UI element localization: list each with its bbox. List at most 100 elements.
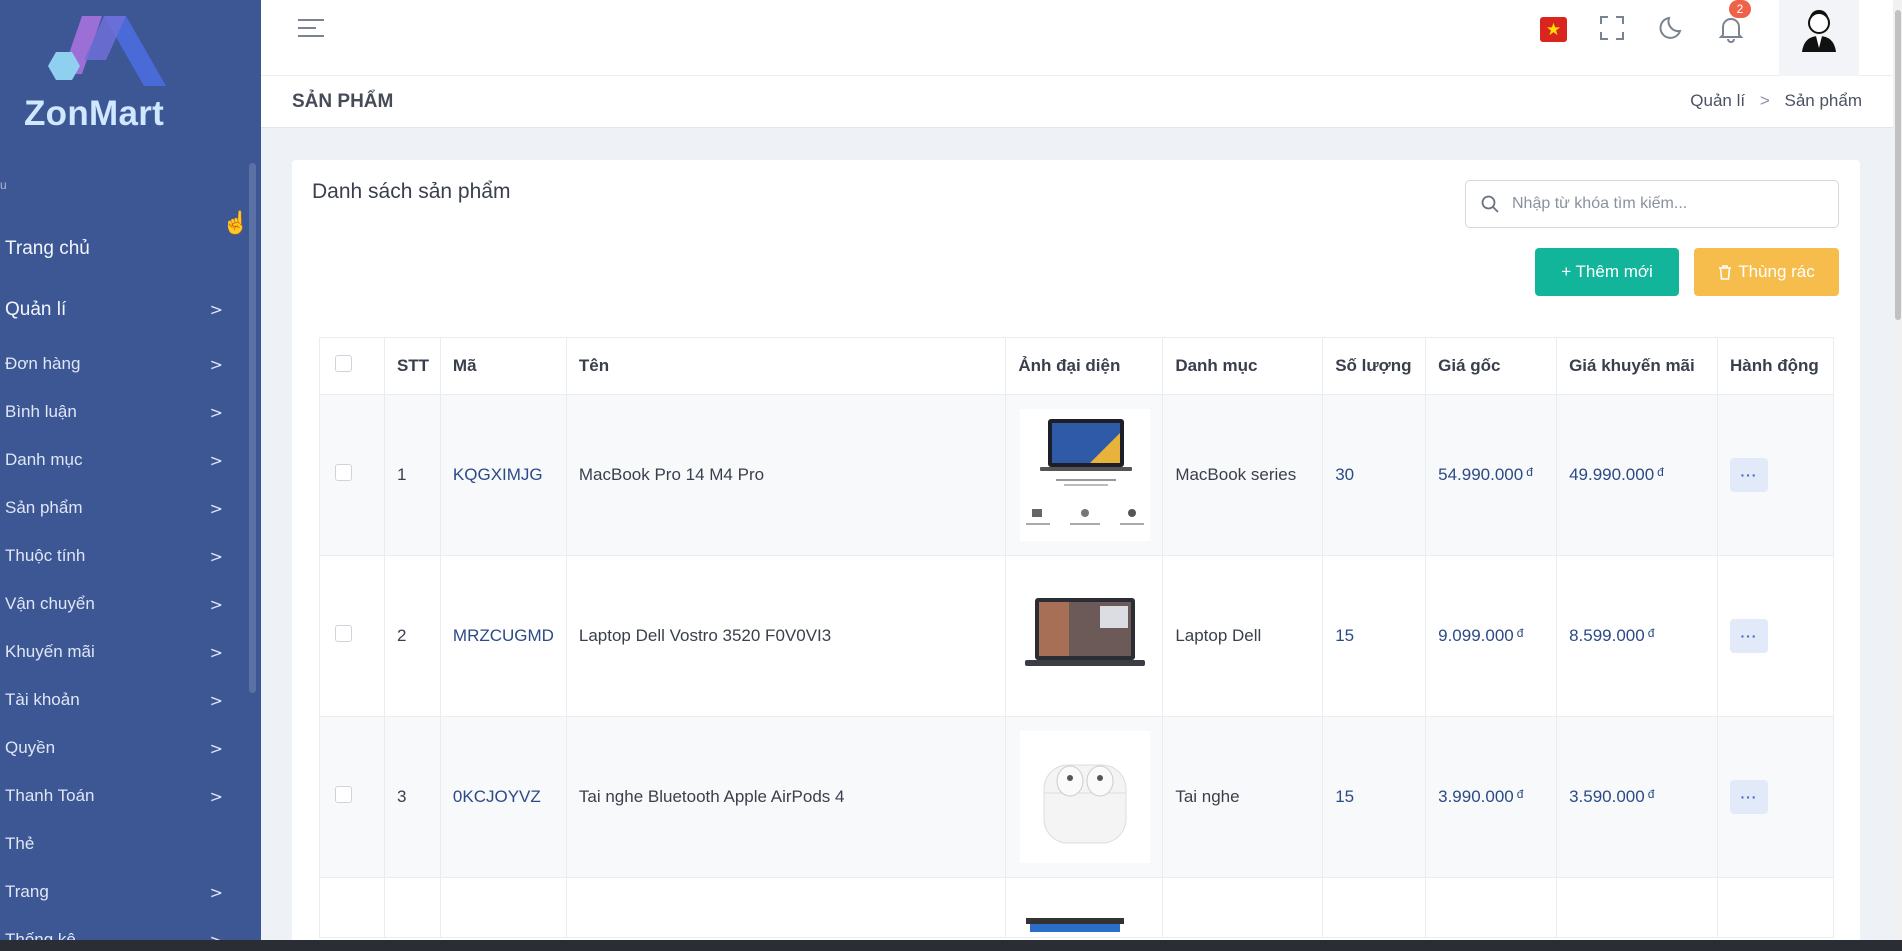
sidebar-item-2[interactable]: Danh mục > (0, 436, 245, 484)
sidebar-item-1[interactable]: Bình luận > (0, 388, 245, 436)
column-header-price[interactable]: Giá gốc (1425, 337, 1558, 395)
breadcrumb-item-management[interactable]: Quản lí (1690, 91, 1745, 110)
row-stt: 3 (396, 787, 407, 806)
row-quantity: 30 (1335, 465, 1355, 484)
sale-price-cell: 49.990.000 đ (1556, 394, 1718, 556)
row-name: MacBook Pro 14 M4 Pro (578, 465, 765, 484)
sidebar: ZonMart u Trang chủ Quản lí > Đơn hàng > B… (0, 0, 261, 940)
image-cell (1005, 394, 1164, 556)
row-quantity: 15 (1335, 787, 1355, 806)
currency-symbol: đ (1526, 465, 1533, 479)
empty-cell (1425, 877, 1558, 938)
sidebar-item-label: Đơn hàng (5, 354, 81, 373)
table-row[interactable]: 2 MRZCUGMD Laptop Dell Vostro 3520 F0V0VI3… (319, 555, 1835, 717)
search-icon (1481, 195, 1499, 213)
name-cell[interactable]: Laptop Dell Vostro 3520 F0V0VI3 (565, 555, 1007, 717)
sidebar-item-10[interactable]: Thẻ (0, 820, 245, 868)
table-row[interactable]: 3 0KCJOYVZ Tai nghe Bluetooth Apple AirPod… (319, 716, 1835, 878)
column-header-code[interactable]: Mã (439, 337, 567, 395)
row-price: 3.990.000 (1438, 787, 1514, 806)
actions-cell: ··· (1716, 716, 1835, 878)
vietnam-flag-icon[interactable]: ★ (1540, 17, 1567, 42)
table-header-row: STT Mã Tên Ảnh đại diện Danh mục Số lượn… (319, 337, 1835, 395)
row-checkbox[interactable] (335, 464, 352, 481)
stt-cell: 1 (383, 394, 441, 556)
empty-cell (1005, 877, 1164, 938)
table-row[interactable] (319, 877, 1835, 938)
sidebar-item-11[interactable]: Trang > (0, 868, 245, 916)
row-actions-button[interactable]: ··· (1729, 619, 1768, 653)
column-header-quantity[interactable]: Số lượng (1322, 337, 1427, 395)
sidebar-item-home[interactable]: Trang chủ (0, 218, 245, 279)
page-scrollbar-thumb[interactable] (1895, 10, 1901, 320)
mouse-cursor-icon: ☝ (222, 210, 250, 235)
sidebar-item-4[interactable]: Thuộc tính > (0, 532, 245, 580)
currency-symbol: đ (1647, 626, 1655, 640)
chevron-right-icon: > (209, 690, 223, 710)
sidebar-item-12[interactable]: Thống kê > (0, 916, 245, 940)
sidebar-item-9[interactable]: Thanh Toán > (0, 772, 245, 820)
currency-symbol: đ (1647, 787, 1655, 801)
row-name: Tai nghe Bluetooth Apple AirPods 4 (578, 787, 845, 806)
sidebar-item-6[interactable]: Khuyến mãi > (0, 628, 245, 676)
bell-icon[interactable] (1718, 15, 1744, 49)
page-header: SẢN PHẨM Quản lí > Sản phẩm (261, 76, 1902, 128)
select-cell (319, 555, 385, 717)
user-avatar[interactable] (1779, 0, 1859, 76)
table-row[interactable]: 1 KQGXIMJG MacBook Pro 14 M4 Pro MacBook se… (319, 394, 1835, 556)
row-actions-button[interactable]: ··· (1729, 780, 1768, 814)
sidebar-item-0[interactable]: Đơn hàng > (0, 340, 245, 388)
search-box (1465, 180, 1839, 228)
code-cell: KQGXIMJG (439, 394, 567, 556)
moon-icon[interactable] (1659, 15, 1685, 47)
column-header-sale-price[interactable]: Giá khuyến mãi (1556, 337, 1718, 395)
row-code: 0KCJOYVZ (452, 787, 541, 806)
row-checkbox[interactable] (335, 625, 352, 642)
column-header-name[interactable]: Tên (565, 337, 1007, 395)
sidebar-item-3[interactable]: Sản phẩm > (0, 484, 245, 532)
chevron-right-icon: > (209, 594, 223, 614)
menu-caption: u (0, 178, 7, 192)
search-input[interactable] (1512, 195, 1812, 213)
row-actions-button[interactable]: ··· (1729, 458, 1768, 492)
currency-symbol: đ (1657, 465, 1664, 479)
sidebar-menu: Trang chủ Quản lí > Đơn hàng > Bình luận > D… (0, 218, 245, 941)
row-category: Tai nghe (1175, 787, 1240, 806)
column-header-category[interactable]: Danh mục (1162, 337, 1324, 395)
page-scrollbar[interactable] (1893, 0, 1902, 940)
row-quantity: 15 (1335, 626, 1355, 645)
column-header-stt[interactable]: STT (383, 337, 441, 395)
chevron-right-icon: > (209, 300, 223, 319)
menu-icon[interactable] (298, 19, 324, 43)
notification-badge: 2 (1729, 0, 1751, 18)
row-category: MacBook series (1175, 465, 1297, 484)
sidebar-item-management[interactable]: Quản lí > (0, 279, 245, 340)
stt-cell: 3 (383, 716, 441, 878)
chevron-right-icon: > (209, 498, 223, 518)
sale-price-cell: 8.599.000 đ (1556, 555, 1718, 717)
table-body: 1 KQGXIMJG MacBook Pro 14 M4 Pro MacBook se… (319, 394, 1835, 938)
select-cell (319, 716, 385, 878)
trash-button[interactable]: Thùng rác (1694, 248, 1839, 296)
select-all-checkbox[interactable] (335, 355, 352, 372)
sidebar-item-5[interactable]: Vận chuyển > (0, 580, 245, 628)
fullscreen-icon[interactable] (1599, 15, 1625, 47)
name-cell[interactable]: Tai nghe Bluetooth Apple AirPods 4 (565, 716, 1007, 878)
chevron-right-icon: > (209, 354, 223, 374)
add-new-button[interactable]: + Thêm mới (1535, 248, 1679, 296)
row-checkbox[interactable] (335, 786, 352, 803)
product-table: STT Mã Tên Ảnh đại diện Danh mục Số lượn… (319, 337, 1835, 938)
brand-logo[interactable]: ZonMart (20, 12, 180, 137)
sidebar-item-7[interactable]: Tài khoản > (0, 676, 245, 724)
name-cell[interactable]: MacBook Pro 14 M4 Pro (565, 394, 1007, 556)
sidebar-item-label: Sản phẩm (5, 498, 83, 517)
chevron-right-icon: > (209, 930, 223, 941)
sidebar-item-label: Danh mục (5, 450, 83, 469)
row-sale-price: 49.990.000 (1569, 465, 1655, 484)
empty-cell (565, 877, 1007, 938)
breadcrumb: Quản lí > Sản phẩm (1690, 91, 1862, 111)
sidebar-scrollbar[interactable] (249, 163, 256, 693)
currency-symbol: đ (1516, 787, 1524, 801)
sidebar-item-8[interactable]: Quyền > (0, 724, 245, 772)
column-header-actions: Hành động (1716, 337, 1835, 395)
